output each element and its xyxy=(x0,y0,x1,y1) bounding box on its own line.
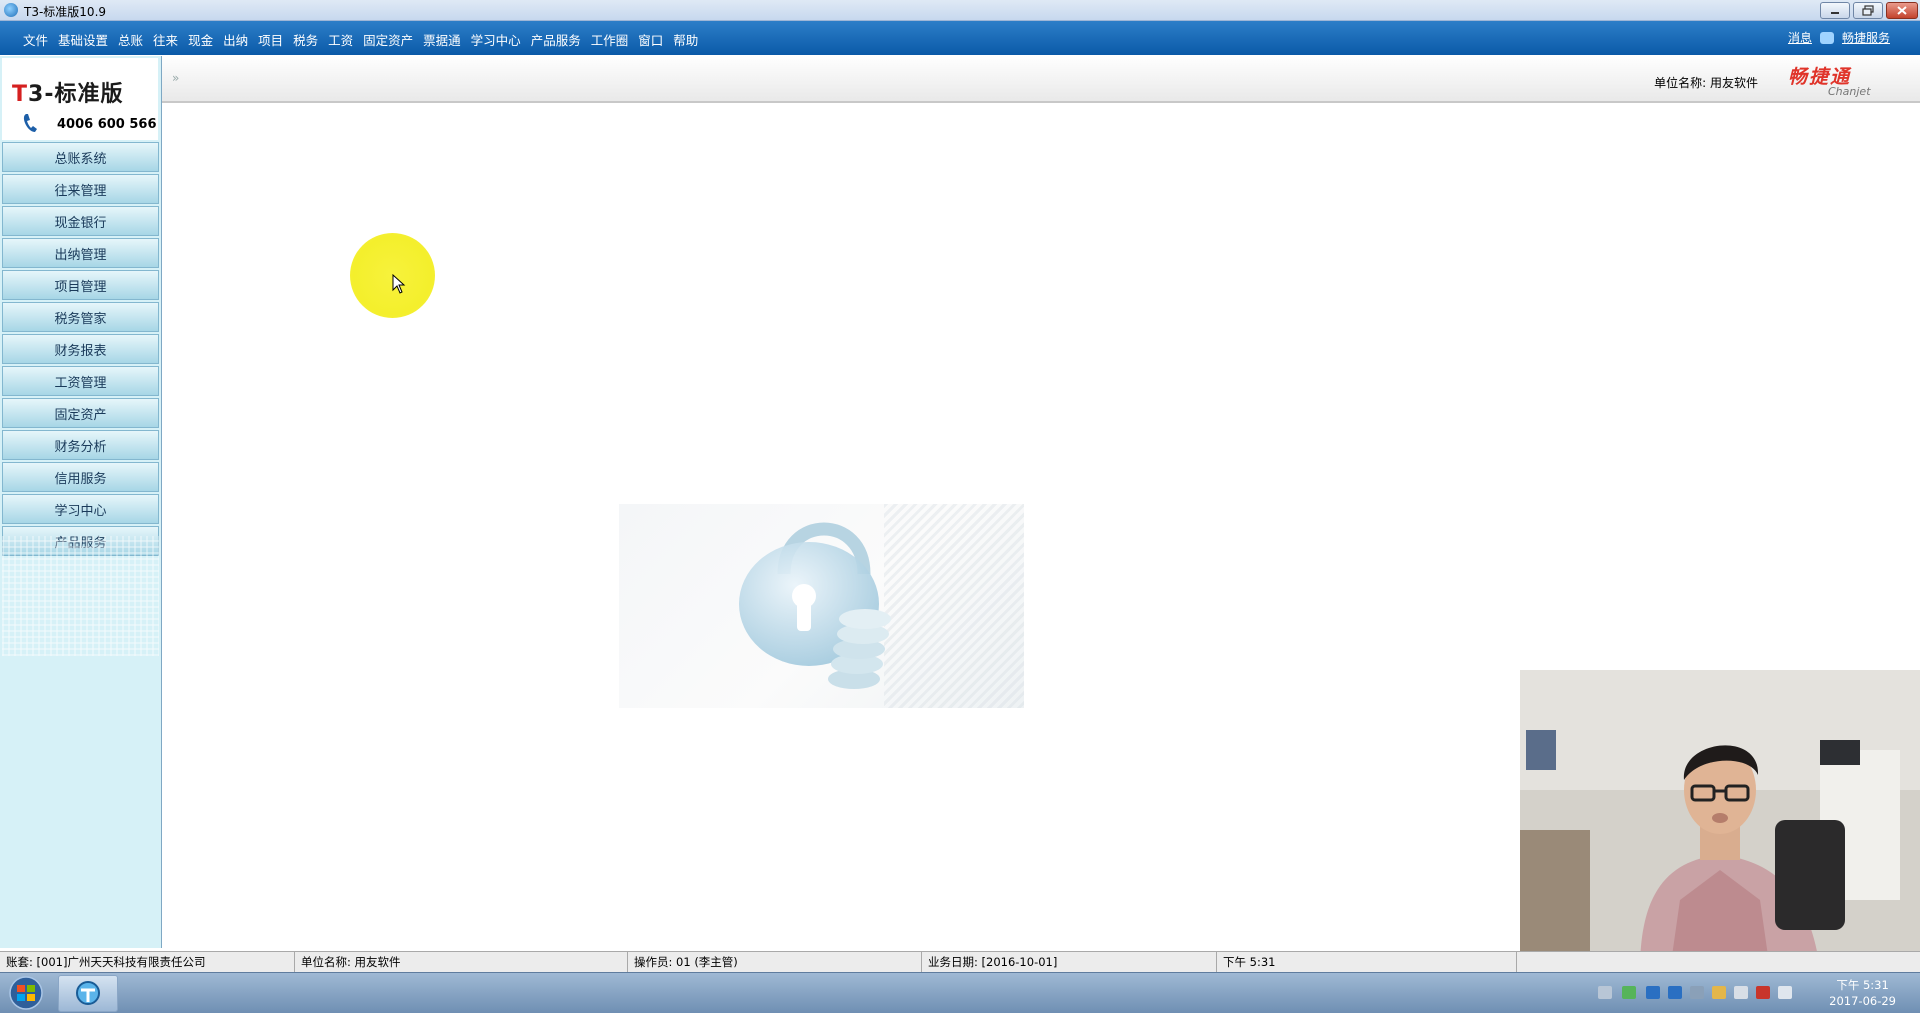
lock-watermark xyxy=(619,504,1024,708)
expand-chevron-icon[interactable]: » xyxy=(172,71,179,85)
sidebar-nav: 总账系统 往来管理 现金银行 出纳管理 项目管理 税务管家 财务报表 工资管理 … xyxy=(2,142,159,558)
menu-help[interactable]: 帮助 xyxy=(668,30,703,49)
content-header: » 单位名称: 用友软件 畅捷通 Chanjet xyxy=(162,56,1920,103)
sidebar-item-cashier[interactable]: 出纳管理 xyxy=(2,238,159,268)
minimize-button[interactable] xyxy=(1820,2,1850,19)
taskbar-clock[interactable]: 下午 5:31 2017-06-29 xyxy=(1829,977,1896,1009)
chanjet-service-link[interactable]: 畅捷服务 xyxy=(1842,29,1890,46)
menu-learning-center[interactable]: 学习中心 xyxy=(466,30,526,49)
sidebar-item-general-ledger[interactable]: 总账系统 xyxy=(2,142,159,172)
system-tray: 下午 5:31 2017-06-29 xyxy=(1590,973,1920,1013)
clock-time: 下午 5:31 xyxy=(1836,978,1889,992)
taskbar: 下午 5:31 2017-06-29 xyxy=(0,972,1920,1013)
mouse-pointer-icon xyxy=(392,274,406,294)
window-title: T3-标准版10.9 xyxy=(24,5,107,19)
menu-project[interactable]: 项目 xyxy=(253,30,288,49)
start-button[interactable] xyxy=(6,976,46,1010)
restore-button[interactable] xyxy=(1853,2,1883,19)
menu-work-circle[interactable]: 工作圈 xyxy=(586,30,634,49)
chanjet-logo: 畅捷通 Chanjet xyxy=(1788,66,1871,98)
status-unit: 单位名称: 用友软件 xyxy=(295,952,628,972)
status-bar: 账套: [001]广州天天科技有限责任公司 单位名称: 用友软件 操作员: 01… xyxy=(0,951,1920,972)
security-icon[interactable] xyxy=(1712,986,1726,999)
network-status-icon[interactable] xyxy=(1756,986,1770,999)
sidebar-item-accounts[interactable]: 往来管理 xyxy=(2,174,159,204)
presenter-video xyxy=(1520,670,1920,970)
status-time: 下午 5:31 xyxy=(1217,952,1517,972)
t3-tray-icon-2[interactable] xyxy=(1668,986,1682,999)
sidebar-item-tax[interactable]: 税务管家 xyxy=(2,302,159,332)
t3-tray-icon[interactable] xyxy=(1646,986,1660,999)
title-bar: T3-标准版10.9 xyxy=(0,0,1920,21)
sidebar-item-credit[interactable]: 信用服务 xyxy=(2,462,159,492)
support-phone: 4006 600 566 xyxy=(57,117,157,132)
network-app-icon[interactable] xyxy=(1622,986,1636,999)
status-account: 账套: [001]广州天天科技有限责任公司 xyxy=(0,952,295,972)
webcam-overlay xyxy=(1520,670,1920,970)
lock-icon xyxy=(739,522,891,689)
menu-product-service[interactable]: 产品服务 xyxy=(526,30,586,49)
sidebar-item-cash-bank[interactable]: 现金银行 xyxy=(2,206,159,236)
service-icon xyxy=(1819,31,1834,44)
menu-bar: 文件 基础设置 总账 往来 现金 出纳 项目 税务 工资 固定资产 票据通 学习… xyxy=(0,21,1920,55)
menu-file[interactable]: 文件 xyxy=(18,30,53,49)
keyboard-icon[interactable] xyxy=(1598,986,1612,999)
device-icon[interactable] xyxy=(1734,986,1748,999)
sidebar-item-analysis[interactable]: 财务分析 xyxy=(2,430,159,460)
menu-tax[interactable]: 税务 xyxy=(288,30,323,49)
clock-date: 2017-06-29 xyxy=(1829,994,1896,1008)
sidebar-item-payroll[interactable]: 工资管理 xyxy=(2,366,159,396)
sidebar-pattern xyxy=(2,536,159,656)
app-icon xyxy=(4,3,18,17)
status-business-date: 业务日期: [2016-10-01] xyxy=(922,952,1217,972)
sync-icon[interactable] xyxy=(1690,986,1704,999)
menu-general-ledger[interactable]: 总账 xyxy=(113,30,148,49)
minimize-icon xyxy=(1831,12,1839,14)
volume-icon[interactable] xyxy=(1778,986,1792,999)
sidebar-item-project[interactable]: 项目管理 xyxy=(2,270,159,300)
menu-fixed-assets[interactable]: 固定资产 xyxy=(358,30,418,49)
sidebar-item-fixed-assets[interactable]: 固定资产 xyxy=(2,398,159,428)
sidebar: T3-标准版 4006 600 566 总账系统 往来管理 现金银行 出纳管理 … xyxy=(0,56,162,948)
product-logo: T3-标准版 4006 600 566 xyxy=(2,58,158,140)
status-operator: 操作员: 01 (李主管) xyxy=(628,952,922,972)
t3-app-icon xyxy=(76,981,100,1005)
sidebar-item-learning[interactable]: 学习中心 xyxy=(2,494,159,524)
close-icon xyxy=(1897,6,1907,15)
close-button[interactable] xyxy=(1886,2,1918,19)
menu-window[interactable]: 窗口 xyxy=(633,30,668,49)
phone-icon xyxy=(23,114,37,132)
messages-link[interactable]: 消息 xyxy=(1788,29,1812,46)
menu-bills[interactable]: 票据通 xyxy=(418,30,466,49)
menu-payroll[interactable]: 工资 xyxy=(323,30,358,49)
restore-icon xyxy=(1862,5,1874,16)
menu-cashier[interactable]: 出纳 xyxy=(218,30,253,49)
taskbar-t3-app[interactable] xyxy=(58,975,118,1012)
menu-accounts[interactable]: 往来 xyxy=(148,30,183,49)
menu-basic-settings[interactable]: 基础设置 xyxy=(53,30,113,49)
unit-name-label: 单位名称: 用友软件 xyxy=(1654,76,1758,90)
brand-name: T3-标准版 xyxy=(12,82,124,107)
menu-cash[interactable]: 现金 xyxy=(183,30,218,49)
sidebar-item-reports[interactable]: 财务报表 xyxy=(2,334,159,364)
